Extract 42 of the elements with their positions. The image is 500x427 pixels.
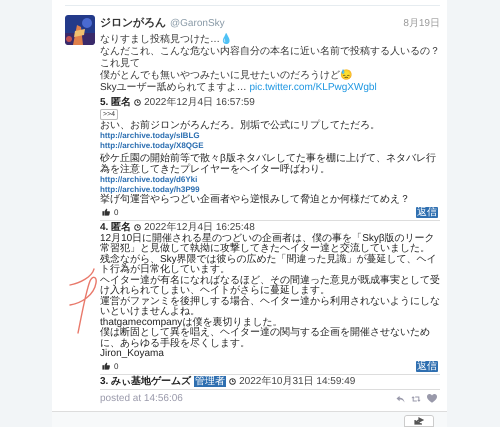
archive-link[interactable]: http://archive.today/sIBLG xyxy=(100,131,200,141)
tweet-link[interactable]: pic.twitter.com/KLPwgXWgbl xyxy=(249,82,377,92)
post-timestamp: 2022年10月31日 14:59:49 xyxy=(239,376,356,387)
post-text: おい、お前ジロンがろんだろ。別垢で公式にリプしてただろ。 xyxy=(100,120,380,131)
clock-icon xyxy=(134,99,142,106)
clock-icon xyxy=(229,378,236,385)
reply-button[interactable]: 返信 xyxy=(416,206,438,218)
author-handle[interactable]: @GaronSky xyxy=(170,16,225,31)
post-text: 挙げ句運営やらつどい企画者やら逆恨みして脅迫とか何様だてめえ？ xyxy=(100,195,410,206)
role-badge: 管理者 xyxy=(194,376,226,387)
tweet-text: なりすまし投稿見つけた…💧 なんだこれ、こんな危ない内容自分の本名に近い名前で投稿する人いるの？これ見て 僕がとんでも無いやつみたいに見せたいのだろうけど😓 Skyユーザー舐められてますよ… pic.twitter.com/KLPwgXWgbl xyxy=(100,34,440,94)
retweet-icon[interactable] xyxy=(411,394,421,402)
post-text: Jiron_Koyama xyxy=(100,349,164,360)
post-title: 3. みぃ基地ゲームズ xyxy=(100,376,192,387)
reply-icon[interactable] xyxy=(396,394,405,402)
tweet-date[interactable]: 8月19日 xyxy=(403,16,440,31)
reply-button[interactable]: 返信 xyxy=(416,360,438,372)
post-text: 僕は断固として異を唱え、ヘイター達の関与する企画を開催させないために、あらゆる手段を尽くします。 xyxy=(100,328,431,348)
thumbs-up-icon[interactable] xyxy=(102,208,110,216)
share-button[interactable] xyxy=(404,415,434,427)
thumbs-up-icon[interactable] xyxy=(102,362,110,370)
post-text: ヘイター達が有名になればなるほど、その間違った意見が既成事実として受け入れられてしまい、ヘイトがさらに蔓延します。 xyxy=(100,276,440,296)
post-timestamp: 2022年12月4日 16:57:59 xyxy=(144,97,255,108)
share-icon xyxy=(414,417,424,425)
archive-link[interactable]: http://archive.today/d6Yki xyxy=(100,175,198,185)
post-text: 12月10日に開催される星のつどいの企画者は、僕の事を「Skyβ版のリーク常習犯」と見做して執拗に攻撃してきたヘイター達と交流していました。 xyxy=(100,234,436,254)
post-title: 5. 匿名 xyxy=(100,97,132,108)
like-count: 0 xyxy=(114,362,118,370)
avatar[interactable] xyxy=(65,15,95,45)
posted-time: posted at 14:56:06 xyxy=(100,392,183,404)
post-title: 4. 匿名 xyxy=(100,222,132,233)
heart-icon[interactable] xyxy=(427,394,437,403)
archive-link[interactable]: http://archive.today/X8QGE xyxy=(100,141,204,151)
post-text: 砂ケ丘園の開始前等で散々β版ネタバレしてた事を棚に上げて、ネタバレ行為を注意してきたプレイヤーをヘイター呼ばわり。 xyxy=(100,154,437,175)
post-text: 残念ながら、Sky界隈では彼らの広めた「間違った見識」が蔓延して、ヘイト行為が日常化しています。 xyxy=(100,254,437,275)
post-text: 運営がファンミを後押しする場合、ヘイター達から利用されないようにしないといけませんよね。 xyxy=(100,296,440,317)
like-count: 0 xyxy=(114,208,118,216)
author-name[interactable]: ジロンがろん xyxy=(100,15,166,32)
archive-link[interactable]: http://archive.today/h3P99 xyxy=(100,185,200,195)
post-text: thatgamecompanyは僕を裏切りました。 xyxy=(100,318,282,328)
clock-icon xyxy=(134,224,142,231)
post-timestamp: 2022年12月4日 16:25:48 xyxy=(144,222,255,233)
